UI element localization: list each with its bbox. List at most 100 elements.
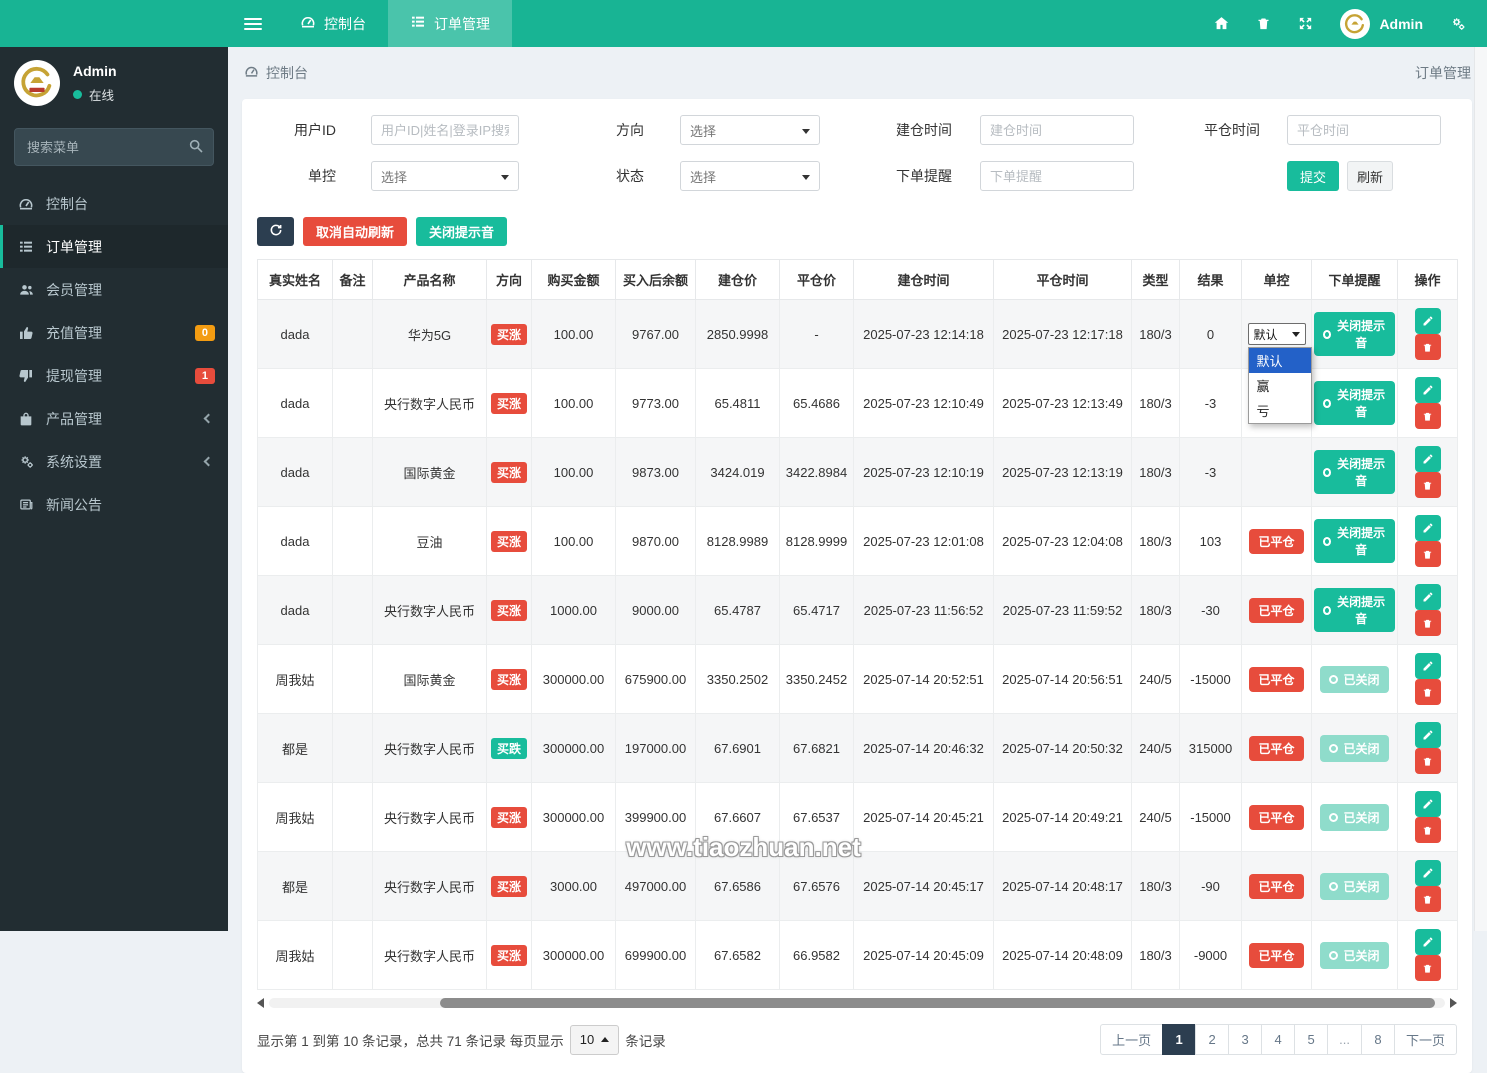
delete-button[interactable] bbox=[1415, 955, 1441, 981]
mute-alert-row-button[interactable]: 关闭提示音 bbox=[1314, 450, 1395, 494]
cell-control: 已平仓 bbox=[1242, 714, 1312, 783]
home-icon[interactable] bbox=[1213, 15, 1230, 32]
cell-product: 央行数字人民币 bbox=[373, 369, 487, 438]
scroll-left-arrow-icon[interactable] bbox=[257, 998, 264, 1008]
sidebar-item-系统设置[interactable]: 系统设置 bbox=[0, 440, 228, 483]
tab-order-management[interactable]: 订单管理 bbox=[388, 0, 512, 47]
closed-position-badge[interactable]: 已平仓 bbox=[1249, 529, 1303, 554]
sidebar-item-产品管理[interactable]: 产品管理 bbox=[0, 397, 228, 440]
cell-open-time: 2025-07-23 12:01:08 bbox=[854, 507, 994, 576]
delete-button[interactable] bbox=[1415, 541, 1441, 567]
row-control-select[interactable]: 默认 bbox=[1248, 323, 1306, 345]
alert-closed-row-button[interactable]: 已关闭 bbox=[1320, 873, 1388, 900]
edit-button[interactable] bbox=[1415, 722, 1441, 748]
prev-page-button[interactable]: 上一页 bbox=[1100, 1024, 1163, 1055]
closed-position-badge[interactable]: 已平仓 bbox=[1249, 943, 1303, 968]
page-scrollbar-track[interactable] bbox=[1474, 47, 1487, 931]
sidebar-item-会员管理[interactable]: 会员管理 bbox=[0, 268, 228, 311]
delete-button[interactable] bbox=[1415, 679, 1441, 705]
search-input[interactable] bbox=[14, 128, 214, 166]
page-button-2[interactable]: 2 bbox=[1195, 1024, 1229, 1055]
sidebar-item-提现管理[interactable]: 提现管理1 bbox=[0, 354, 228, 397]
dropdown-option[interactable]: 亏 bbox=[1249, 398, 1311, 423]
page-button-1[interactable]: 1 bbox=[1162, 1024, 1196, 1055]
sidebar-item-充值管理[interactable]: 充值管理0 bbox=[0, 311, 228, 354]
edit-button[interactable] bbox=[1415, 653, 1441, 679]
page-button-3[interactable]: 3 bbox=[1228, 1024, 1262, 1055]
cancel-auto-refresh-button[interactable]: 取消自动刷新 bbox=[303, 217, 407, 246]
fullscreen-icon[interactable] bbox=[1297, 15, 1314, 32]
mute-alert-row-button[interactable]: 关闭提示音 bbox=[1314, 381, 1395, 425]
edit-button[interactable] bbox=[1415, 446, 1441, 472]
alert-closed-row-button[interactable]: 已关闭 bbox=[1320, 942, 1388, 969]
scrollbar-thumb[interactable] bbox=[440, 998, 1435, 1008]
trash-icon[interactable] bbox=[1256, 15, 1271, 32]
delete-button[interactable] bbox=[1415, 610, 1441, 636]
mute-alert-row-button[interactable]: 关闭提示音 bbox=[1314, 312, 1395, 356]
horizontal-scrollbar[interactable] bbox=[257, 996, 1457, 1010]
sidebar-item-订单管理[interactable]: 订单管理 bbox=[0, 225, 228, 268]
mute-alert-button[interactable]: 关闭提示音 bbox=[416, 217, 507, 246]
submit-button[interactable]: 提交 bbox=[1287, 161, 1339, 191]
delete-button[interactable] bbox=[1415, 748, 1441, 774]
edit-button[interactable] bbox=[1415, 515, 1441, 541]
navbar-user-menu[interactable]: Admin bbox=[1340, 9, 1423, 39]
gears-icon[interactable] bbox=[1449, 16, 1467, 32]
search-icon[interactable] bbox=[188, 138, 204, 159]
power-circle-icon bbox=[1323, 537, 1331, 546]
open-time-input[interactable] bbox=[980, 115, 1134, 145]
user-id-input[interactable] bbox=[371, 115, 519, 145]
dropdown-option[interactable]: 默认 bbox=[1249, 348, 1311, 373]
cell-note bbox=[333, 369, 373, 438]
sidebar-item-label: 充值管理 bbox=[46, 323, 102, 343]
edit-button[interactable] bbox=[1415, 584, 1441, 610]
cell-direction: 买涨 bbox=[487, 645, 532, 714]
edit-button[interactable] bbox=[1415, 377, 1441, 403]
next-page-button[interactable]: 下一页 bbox=[1394, 1024, 1457, 1055]
delete-button[interactable] bbox=[1415, 886, 1441, 912]
tab-dashboard[interactable]: 控制台 bbox=[278, 0, 388, 47]
control-filter-select[interactable]: 选择 bbox=[371, 161, 519, 191]
page-button-8[interactable]: 8 bbox=[1361, 1024, 1395, 1055]
closed-position-badge[interactable]: 已平仓 bbox=[1249, 667, 1303, 692]
delete-button[interactable] bbox=[1415, 403, 1441, 429]
edit-button[interactable] bbox=[1415, 929, 1441, 955]
mute-alert-row-button[interactable]: 关闭提示音 bbox=[1314, 588, 1395, 632]
status-select[interactable]: 选择 bbox=[680, 161, 820, 191]
sidebar-item-控制台[interactable]: 控制台 bbox=[0, 182, 228, 225]
cell-direction: 买涨 bbox=[487, 852, 532, 921]
cell-balance: 9000.00 bbox=[616, 576, 696, 645]
page-size-select[interactable]: 10 bbox=[570, 1025, 619, 1055]
remind-input[interactable] bbox=[980, 161, 1134, 191]
alert-closed-row-button[interactable]: 已关闭 bbox=[1320, 804, 1388, 831]
close-time-input[interactable] bbox=[1287, 115, 1441, 145]
direction-select[interactable]: 选择 bbox=[680, 115, 820, 145]
delete-button[interactable] bbox=[1415, 817, 1441, 843]
closed-position-badge[interactable]: 已平仓 bbox=[1249, 598, 1303, 623]
closed-position-badge[interactable]: 已平仓 bbox=[1249, 874, 1303, 899]
closed-position-badge[interactable]: 已平仓 bbox=[1249, 805, 1303, 830]
scroll-right-arrow-icon[interactable] bbox=[1450, 998, 1457, 1008]
page-button-4[interactable]: 4 bbox=[1261, 1024, 1295, 1055]
table-row: dada央行数字人民币买涨1000.009000.0065.478765.471… bbox=[258, 576, 1458, 645]
closed-position-badge[interactable]: 已平仓 bbox=[1249, 736, 1303, 761]
edit-button[interactable] bbox=[1415, 791, 1441, 817]
sidebar-toggle-button[interactable] bbox=[228, 0, 278, 47]
alert-closed-row-button[interactable]: 已关闭 bbox=[1320, 666, 1388, 693]
refresh-button[interactable]: 刷新 bbox=[1347, 161, 1393, 191]
dropdown-option[interactable]: 赢 bbox=[1249, 373, 1311, 398]
sidebar-item-新闻公告[interactable]: 新闻公告 bbox=[0, 483, 228, 526]
edit-button[interactable] bbox=[1415, 860, 1441, 886]
power-circle-icon bbox=[1329, 813, 1338, 822]
cell-balance: 9773.00 bbox=[616, 369, 696, 438]
refresh-table-button[interactable] bbox=[257, 217, 294, 246]
cell-control bbox=[1242, 438, 1312, 507]
edit-button[interactable] bbox=[1415, 308, 1441, 334]
alert-closed-row-button[interactable]: 已关闭 bbox=[1320, 735, 1388, 762]
delete-button[interactable] bbox=[1415, 334, 1441, 360]
breadcrumb[interactable]: 控制台 bbox=[244, 63, 308, 83]
sidebar-item-label: 新闻公告 bbox=[46, 495, 102, 515]
delete-button[interactable] bbox=[1415, 472, 1441, 498]
mute-alert-row-button[interactable]: 关闭提示音 bbox=[1314, 519, 1395, 563]
page-button-5[interactable]: 5 bbox=[1294, 1024, 1328, 1055]
